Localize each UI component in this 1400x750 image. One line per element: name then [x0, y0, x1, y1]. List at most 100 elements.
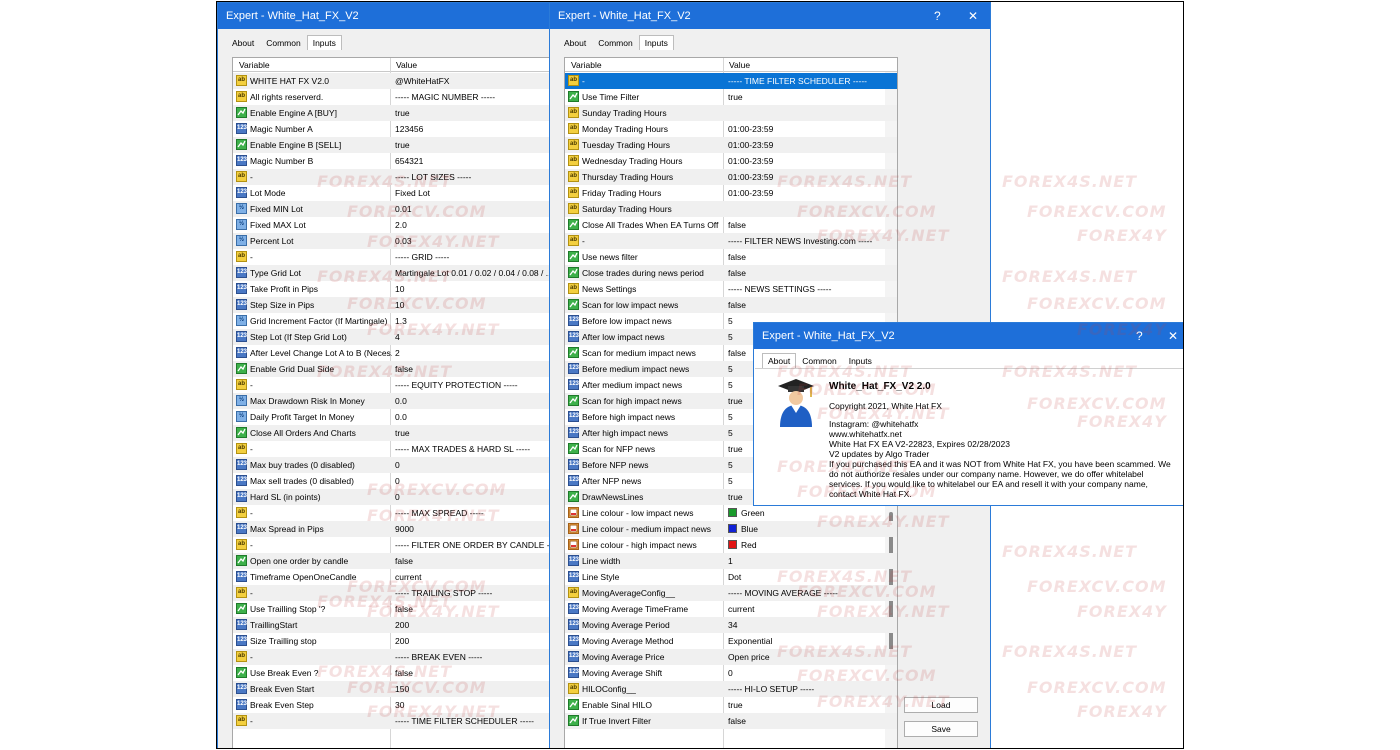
variable-value[interactable]: false	[728, 220, 888, 230]
input-row[interactable]: Close trades during news period false	[565, 265, 897, 281]
variable-value[interactable]: ----- TRAILING STOP -----	[395, 588, 552, 598]
website-link[interactable]: www.whitehatfx.net	[829, 429, 902, 439]
variable-value[interactable]: true	[395, 108, 552, 118]
input-row[interactable]: Use Trailling Stop '? false	[233, 601, 552, 617]
variable-value[interactable]: false	[395, 668, 552, 678]
variable-value[interactable]: ----- MAGIC NUMBER -----	[395, 92, 552, 102]
variable-value[interactable]: ----- TIME FILTER SCHEDULER -----	[395, 716, 552, 726]
tab-about[interactable]: About	[226, 35, 260, 50]
variable-value[interactable]: 1	[728, 556, 888, 566]
input-row[interactable]: 123 Step Lot (If Step Grid Lot) 4	[233, 329, 552, 345]
variable-value[interactable]: true	[728, 92, 888, 102]
input-row[interactable]: Use Break Even ? false	[233, 665, 552, 681]
input-row[interactable]: 123 After Level Change Lot A to B (Neces.…	[233, 345, 552, 361]
variable-value[interactable]: ----- FILTER ONE ORDER BY CANDLE -----	[395, 540, 552, 550]
input-row[interactable]: 123 Max Spread in Pips 9000	[233, 521, 552, 537]
input-row[interactable]: Line colour - medium impact news Blue	[565, 521, 897, 537]
input-row[interactable]: 123 Type Grid Lot Martingale Lot 0.01 / 0.…	[233, 265, 552, 281]
input-row[interactable]: ab Friday Trading Hours 01:00-23:59	[565, 185, 897, 201]
input-row[interactable]: ½ Max Drawdown Risk In Money 0.0	[233, 393, 552, 409]
variable-value[interactable]: current	[728, 604, 888, 614]
tab-inputs[interactable]: Inputs	[638, 35, 674, 50]
input-row[interactable]: 123 Max sell trades (0 disabled) 0	[233, 473, 552, 489]
variable-value[interactable]: ----- EQUITY PROTECTION -----	[395, 380, 552, 390]
input-row[interactable]: 123 Moving Average Period 34	[565, 617, 897, 633]
variable-value[interactable]: false	[728, 716, 888, 726]
variable-value[interactable]: 0.0	[395, 396, 552, 406]
input-row[interactable]: 123 Moving Average Shift 0	[565, 665, 897, 681]
input-row[interactable]: ab - ----- MAX SPREAD -----	[233, 505, 552, 521]
input-row[interactable]: ½ Fixed MIN Lot 0.01	[233, 201, 552, 217]
input-row[interactable]: If True Invert Filter false	[565, 713, 897, 729]
variable-value[interactable]: Martingale Lot 0.01 / 0.02 / 0.04 / 0.08…	[395, 268, 552, 278]
variable-value[interactable]: ----- FILTER NEWS Investing.com -----	[728, 236, 888, 246]
variable-value[interactable]: false	[395, 604, 552, 614]
input-row[interactable]: Scan for low impact news false	[565, 297, 897, 313]
variable-value[interactable]: 01:00-23:59	[728, 140, 888, 150]
column-header-variable[interactable]: Variable	[571, 60, 602, 70]
input-row[interactable]: ab - ----- GRID -----	[233, 249, 552, 265]
input-row[interactable]: 123 TraillingStart 200	[233, 617, 552, 633]
variable-value[interactable]: 200	[395, 620, 552, 630]
variable-value[interactable]: Open price	[728, 652, 888, 662]
variable-value[interactable]: Green	[728, 508, 888, 518]
variable-value[interactable]: 0	[395, 460, 552, 470]
input-row[interactable]: 123 Moving Average Method Exponential	[565, 633, 897, 649]
input-row[interactable]: ½ Percent Lot 0.03	[233, 233, 552, 249]
variable-value[interactable]: ----- BREAK EVEN -----	[395, 652, 552, 662]
help-icon[interactable]: ?	[934, 3, 941, 29]
variable-value[interactable]: 123456	[395, 124, 552, 134]
variable-value[interactable]: 10	[395, 284, 552, 294]
variable-value[interactable]: 0.0	[395, 412, 552, 422]
input-row[interactable]: 123 Take Profit in Pips 10	[233, 281, 552, 297]
input-row[interactable]: ab Saturday Trading Hours	[565, 201, 897, 217]
variable-value[interactable]: 2.0	[395, 220, 552, 230]
input-row[interactable]: 123 Magic Number A 123456	[233, 121, 552, 137]
load-button[interactable]: Load	[904, 697, 978, 713]
variable-value[interactable]: 0.01	[395, 204, 552, 214]
variable-value[interactable]: ----- GRID -----	[395, 252, 552, 262]
input-row[interactable]: ab - ----- LOT SIZES -----	[233, 169, 552, 185]
tab-common[interactable]: Common	[592, 35, 638, 50]
variable-value[interactable]: false	[728, 252, 888, 262]
input-row[interactable]: ab WHITE HAT FX V2.0 @WhiteHatFX	[233, 73, 552, 89]
variable-value[interactable]: 30	[395, 700, 552, 710]
variable-value[interactable]: 150	[395, 684, 552, 694]
close-icon[interactable]: ✕	[1168, 323, 1178, 349]
input-row[interactable]: ½ Grid Increment Factor (If Martingale) 1.…	[233, 313, 552, 329]
input-row[interactable]: 123 Hard SL (in points) 0	[233, 489, 552, 505]
input-row[interactable]: ab MovingAverageConfig__ ----- MOVING AVER…	[565, 585, 897, 601]
input-row[interactable]: ab Wednesday Trading Hours 01:00-23:59	[565, 153, 897, 169]
input-row[interactable]: 123 Timeframe OpenOneCandle current	[233, 569, 552, 585]
variable-value[interactable]: 34	[728, 620, 888, 630]
variable-value[interactable]: Red	[728, 540, 888, 550]
variable-value[interactable]: 4	[395, 332, 552, 342]
variable-value[interactable]: current	[395, 572, 552, 582]
variable-value[interactable]: ----- TIME FILTER SCHEDULER -----	[728, 76, 888, 86]
variable-value[interactable]: 654321	[395, 156, 552, 166]
input-row[interactable]: ½ Fixed MAX Lot 2.0	[233, 217, 552, 233]
input-row[interactable]: 123 Magic Number B 654321	[233, 153, 552, 169]
variable-value[interactable]: ----- HI-LO SETUP -----	[728, 684, 888, 694]
tab-common[interactable]: Common	[796, 353, 842, 368]
variable-value[interactable]: ----- MAX SPREAD -----	[395, 508, 552, 518]
variable-value[interactable]: @WhiteHatFX	[395, 76, 552, 86]
variable-value[interactable]: Dot	[728, 572, 888, 582]
input-row[interactable]: ab Sunday Trading Hours	[565, 105, 897, 121]
input-row[interactable]: 123 Step Size in Pips 10	[233, 297, 552, 313]
input-row[interactable]: Open one order by candle false	[233, 553, 552, 569]
variable-value[interactable]: false	[395, 364, 552, 374]
variable-value[interactable]: Exponential	[728, 636, 888, 646]
input-row[interactable]: 123 Size Trailling stop 200	[233, 633, 552, 649]
column-header-value[interactable]: Value	[396, 60, 417, 70]
variable-value[interactable]: false	[728, 268, 888, 278]
input-row[interactable]: 123 Moving Average TimeFrame current	[565, 601, 897, 617]
variable-value[interactable]: Fixed Lot	[395, 188, 552, 198]
variable-value[interactable]: ----- LOT SIZES -----	[395, 172, 552, 182]
input-row[interactable]: ab - ----- EQUITY PROTECTION -----	[233, 377, 552, 393]
variable-value[interactable]: ----- MAX TRADES & HARD SL -----	[395, 444, 552, 454]
input-row[interactable]: ab - ----- TIME FILTER SCHEDULER -----	[233, 713, 552, 729]
variable-value[interactable]: ----- MOVING AVERAGE -----	[728, 588, 888, 598]
input-row[interactable]: ab - ----- TIME FILTER SCHEDULER -----	[565, 73, 897, 89]
variable-value[interactable]: 10	[395, 300, 552, 310]
